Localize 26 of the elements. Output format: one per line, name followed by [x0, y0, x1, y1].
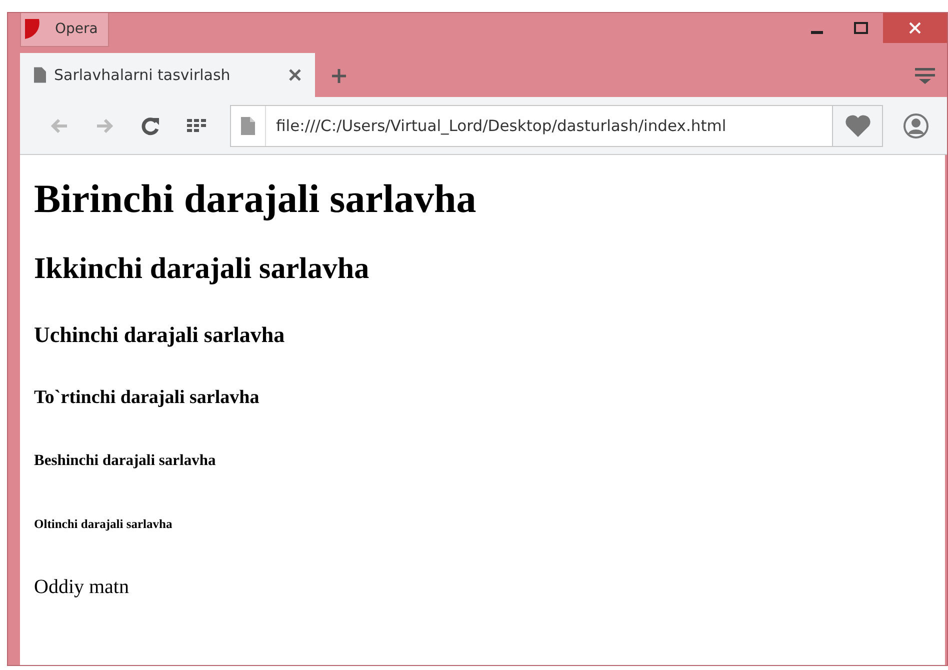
heading: Oltinchi darajali sarlavha	[34, 516, 172, 532]
reload-icon	[141, 116, 161, 136]
address-field[interactable]: file:///C:/Users/Virtual_Lord/Desktop/dasturlash/index.html	[230, 104, 833, 146]
menu-icon	[915, 66, 935, 85]
opera-menu-button[interactable]: Opera	[20, 13, 109, 47]
heart-icon	[844, 114, 870, 136]
heading: To`rtinchi darajali sarlavha	[34, 387, 260, 410]
paragraph: Oddiy matn	[34, 574, 129, 600]
close-icon	[909, 22, 921, 34]
minimize-icon	[811, 31, 823, 34]
heading: Ikkinchi darajali sarlavha	[34, 251, 370, 287]
grid-icon	[187, 118, 207, 132]
close-button[interactable]	[883, 13, 947, 43]
bookmark-heart-button[interactable]	[833, 104, 883, 146]
plus-icon	[331, 68, 347, 84]
user-icon	[903, 112, 929, 138]
close-tab-icon[interactable]	[289, 69, 301, 81]
heading: Beshinchi darajali sarlavha	[34, 452, 216, 471]
page-icon	[241, 116, 255, 134]
forward-arrow-icon	[96, 118, 114, 134]
maximize-icon	[854, 22, 868, 34]
page-icon	[34, 67, 46, 83]
heading: Uchinchi darajali sarlavha	[34, 322, 285, 348]
back-arrow-icon	[50, 118, 68, 134]
browser-tab[interactable]: Sarlavhalarni tasvirlash	[20, 53, 315, 97]
heading: Birinchi darajali sarlavha	[34, 175, 476, 223]
